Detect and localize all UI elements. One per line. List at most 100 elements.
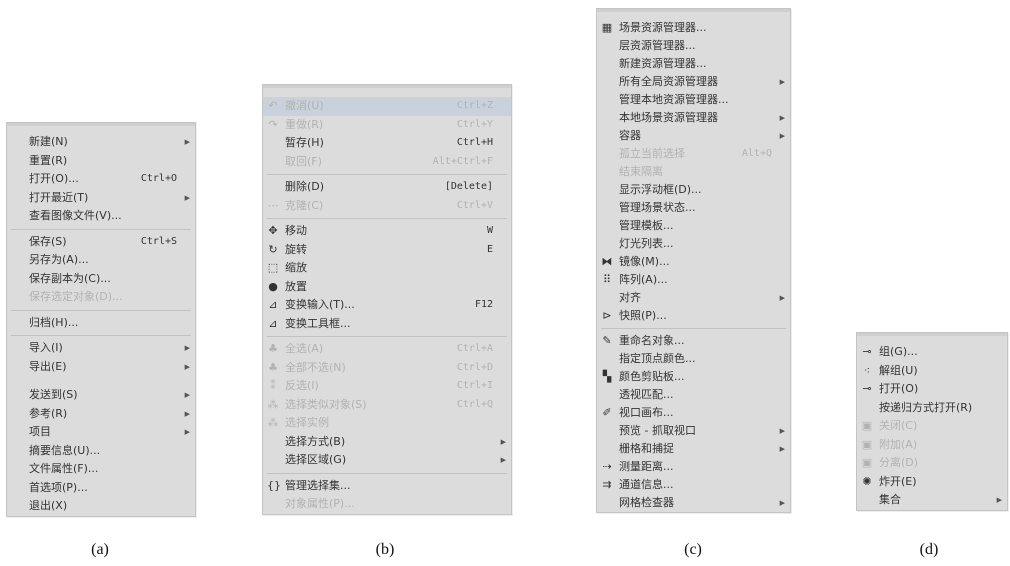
menu-item-新建资源管理器[interactable]: 新建资源管理器... — [597, 55, 790, 73]
menu-item-label: 缩放 — [285, 261, 307, 274]
menu-item-参考[interactable]: 参考(R) ▶ — [7, 405, 195, 424]
menu-item-删除[interactable]: 删除(D) [Delete] — [263, 178, 511, 197]
menu-item-打开[interactable]: ⊸ 打开(O) — [857, 380, 1007, 399]
menu-item-保存[interactable]: 保存(S) Ctrl+S — [7, 233, 195, 252]
submenu-arrow-icon: ▶ — [184, 428, 190, 436]
menu-item-另存为[interactable]: 另存为(A)... — [7, 251, 195, 270]
menu-item-变换输入[interactable]: ⊿ 变换输入(T)... F12 — [263, 296, 511, 315]
menu-item-导入[interactable]: 导入(I) ▶ — [7, 339, 195, 358]
menu-item-所有全局资源管理器[interactable]: 所有全局资源管理器 ▶ — [597, 73, 790, 91]
menu-item-shortcut: Alt+Q — [741, 148, 772, 159]
submenu-arrow-icon: ▶ — [779, 445, 785, 453]
menu-item-选择类似对象[interactable]: ⁂ 选择类似对象(S) Ctrl+Q — [263, 396, 511, 415]
ungroup-icon: ⁖ — [863, 363, 871, 377]
menu-item-阵列[interactable]: ⠿ 阵列(A)... — [597, 271, 790, 289]
menu-item-灯光列表[interactable]: 灯光列表... — [597, 235, 790, 253]
menu-item-场景资源管理器[interactable]: ▦ 场景资源管理器... — [597, 19, 790, 37]
menu-item-本地场景资源管理器[interactable]: 本地场景资源管理器 ▶ — [597, 109, 790, 127]
menu-item-组[interactable]: ⊸ 组(G)... — [857, 343, 1007, 362]
menu-item-通道信息[interactable]: ⇉ 通道信息... — [597, 476, 790, 494]
menu-item-管理模板[interactable]: 管理模板... — [597, 217, 790, 235]
menu-item-导出[interactable]: 导出(E) ▶ — [7, 358, 195, 377]
menu-item-管理选择集[interactable]: {} 管理选择集... — [263, 477, 511, 496]
menu-item-重命名对象[interactable]: ✎ 重命名对象... — [597, 332, 790, 350]
menu-item-炸开[interactable]: ✺ 炸开(E) — [857, 473, 1007, 492]
menu-item-文件属性[interactable]: 文件属性(F)... — [7, 460, 195, 479]
menu-item-打开[interactable]: 打开(O)... Ctrl+O — [7, 170, 195, 189]
menu-item-旋转[interactable]: ↻ 旋转 E — [263, 241, 511, 260]
menu-item-镜像[interactable]: ⧓ 镜像(M)... — [597, 253, 790, 271]
menu-item-打开最近[interactable]: 打开最近(T) ▶ — [7, 189, 195, 208]
menu-item-反选[interactable]: ⁑ 反选(I) Ctrl+I — [263, 377, 511, 396]
menu-item-保存选定对象[interactable]: 保存选定对象(D)... — [7, 288, 195, 307]
menu-item-颜色剪贴板[interactable]: ▚ 颜色剪贴板... — [597, 368, 790, 386]
menu-item-选择实例[interactable]: ⁂ 选择实例 — [263, 414, 511, 433]
group-menu: ⊸ 组(G)... ⁖ 解组(U) ⊸ 打开(O) 按递归方式打开(R) ▣ 关闭(C) ▣ 附加(… — [856, 332, 1008, 511]
menu-item-label: 测量距离... — [619, 460, 674, 473]
menu-item-shortcut: Ctrl+Y — [456, 118, 493, 130]
menu-item-label: 通道信息... — [619, 478, 674, 491]
menu-item-栅格和捕捉[interactable]: 栅格和捕捉 ▶ — [597, 440, 790, 458]
menu-item-首选项[interactable]: 首选项(P)... — [7, 479, 195, 498]
menu-item-孤立当前选择[interactable]: 孤立当前选择 Alt+Q — [597, 145, 790, 163]
menu-item-管理本地资源管理器[interactable]: 管理本地资源管理器... — [597, 91, 790, 109]
submenu-arrow-icon: ▶ — [184, 138, 190, 146]
menu-item-网格检查器[interactable]: 网格检查器 ▶ — [597, 494, 790, 512]
menu-item-移动[interactable]: ✥ 移动 W — [263, 222, 511, 241]
menu-item-label: 栅格和捕捉 — [619, 442, 674, 455]
menu-item-项目[interactable]: 项目 ▶ — [7, 423, 195, 442]
menu-item-新建[interactable]: 新建(N) ▶ — [7, 133, 195, 152]
menu-item-附加[interactable]: ▣ 附加(A) — [857, 436, 1007, 455]
menu-item-测量距离[interactable]: ⇢ 测量距离... — [597, 458, 790, 476]
menu-item-撤消[interactable]: ↶ 撤消(U) Ctrl+Z — [263, 97, 511, 116]
select-instance-icon: ⁂ — [267, 416, 279, 429]
menu-item-关闭[interactable]: ▣ 关闭(C) — [857, 417, 1007, 436]
menu-item-透视匹配[interactable]: 透视匹配... — [597, 386, 790, 404]
menu-item-指定顶点颜色[interactable]: 指定顶点颜色... — [597, 350, 790, 368]
menu-item-退出[interactable]: 退出(X) — [7, 497, 195, 516]
menu-item-按递归方式打开[interactable]: 按递归方式打开(R) — [857, 399, 1007, 418]
menu-item-选择区域[interactable]: 选择区域(G) ▶ — [263, 451, 511, 470]
menu-item-保存副本为[interactable]: 保存副本为(C)... — [7, 270, 195, 289]
menu-item-对齐[interactable]: 对齐 ▶ — [597, 289, 790, 307]
menu-item-选择方式[interactable]: 选择方式(B) ▶ — [263, 433, 511, 452]
menu-item-预览---抓取视口[interactable]: 预览 - 抓取视口 ▶ — [597, 422, 790, 440]
select-none-icon: ♣ — [268, 360, 278, 374]
menu-item-集合[interactable]: 集合 ▶ — [857, 491, 1007, 510]
menu-item-缩放[interactable]: ⬚ 缩放 — [263, 259, 511, 278]
menu-item-取回[interactable]: 取回(F) Alt+Ctrl+F — [263, 153, 511, 172]
menu-item-label: 文件属性(F)... — [29, 462, 99, 475]
array-icon: ⠿ — [602, 273, 612, 286]
menu-item-层资源管理器[interactable]: 层资源管理器... — [597, 37, 790, 55]
menu-item-管理场景状态[interactable]: 管理场景状态... — [597, 199, 790, 217]
snapshot-icon: ⊳ — [602, 309, 612, 322]
menu-item-结束隔离[interactable]: 结束隔离 — [597, 163, 790, 181]
menu-item-归档[interactable]: 归档(H)... — [7, 314, 195, 333]
transform-toolbox-icon: ⊿ — [268, 316, 278, 330]
menu-item-对象属性[interactable]: 对象属性(P)... — [263, 495, 511, 514]
menu-item-摘要信息[interactable]: 摘要信息(U)... — [7, 442, 195, 461]
select-invert-icon: ⁑ — [270, 379, 276, 392]
select-all-icon: ♣ — [268, 342, 278, 355]
menu-item-容器[interactable]: 容器 ▶ — [597, 127, 790, 145]
menu-item-变换工具框[interactable]: ⊿ 变换工具框... — [263, 315, 511, 334]
menu-item-解组[interactable]: ⁖ 解组(U) — [857, 362, 1007, 381]
clone-icon: ⋯ — [267, 198, 279, 212]
menu-item-label: 预览 - 抓取视口 — [619, 424, 696, 437]
menu-item-放置[interactable]: ● 放置 — [263, 278, 511, 297]
menu-item-显示浮动框[interactable]: 显示浮动框(D)... — [597, 181, 790, 199]
menu-item-视口画布[interactable]: ✐ 视口画布... — [597, 404, 790, 422]
menu-item-快照[interactable]: ⊳ 快照(P)... — [597, 307, 790, 325]
menu-item-克隆[interactable]: ⋯ 克隆(C) Ctrl+V — [263, 197, 511, 216]
menu-item-label: 炸开(E) — [879, 474, 917, 488]
menu-item-重做[interactable]: ↷ 重做(R) Ctrl+Y — [263, 116, 511, 135]
menu-item-暂存[interactable]: 暂存(H) Ctrl+H — [263, 134, 511, 153]
menu-item-全部不选[interactable]: ♣ 全部不选(N) Ctrl+D — [263, 359, 511, 378]
menu-item-分离[interactable]: ▣ 分离(D) — [857, 454, 1007, 473]
menu-item-label: 移动 — [285, 224, 307, 237]
menu-item-全选[interactable]: ♣ 全选(A) Ctrl+A — [263, 340, 511, 359]
menu-item-重置[interactable]: 重置(R) — [7, 152, 195, 171]
group-icon: ⊸ — [862, 345, 872, 358]
menu-item-查看图像文件[interactable]: 查看图像文件(V)... — [7, 207, 195, 226]
menu-item-发送到[interactable]: 发送到(S) ▶ — [7, 386, 195, 405]
